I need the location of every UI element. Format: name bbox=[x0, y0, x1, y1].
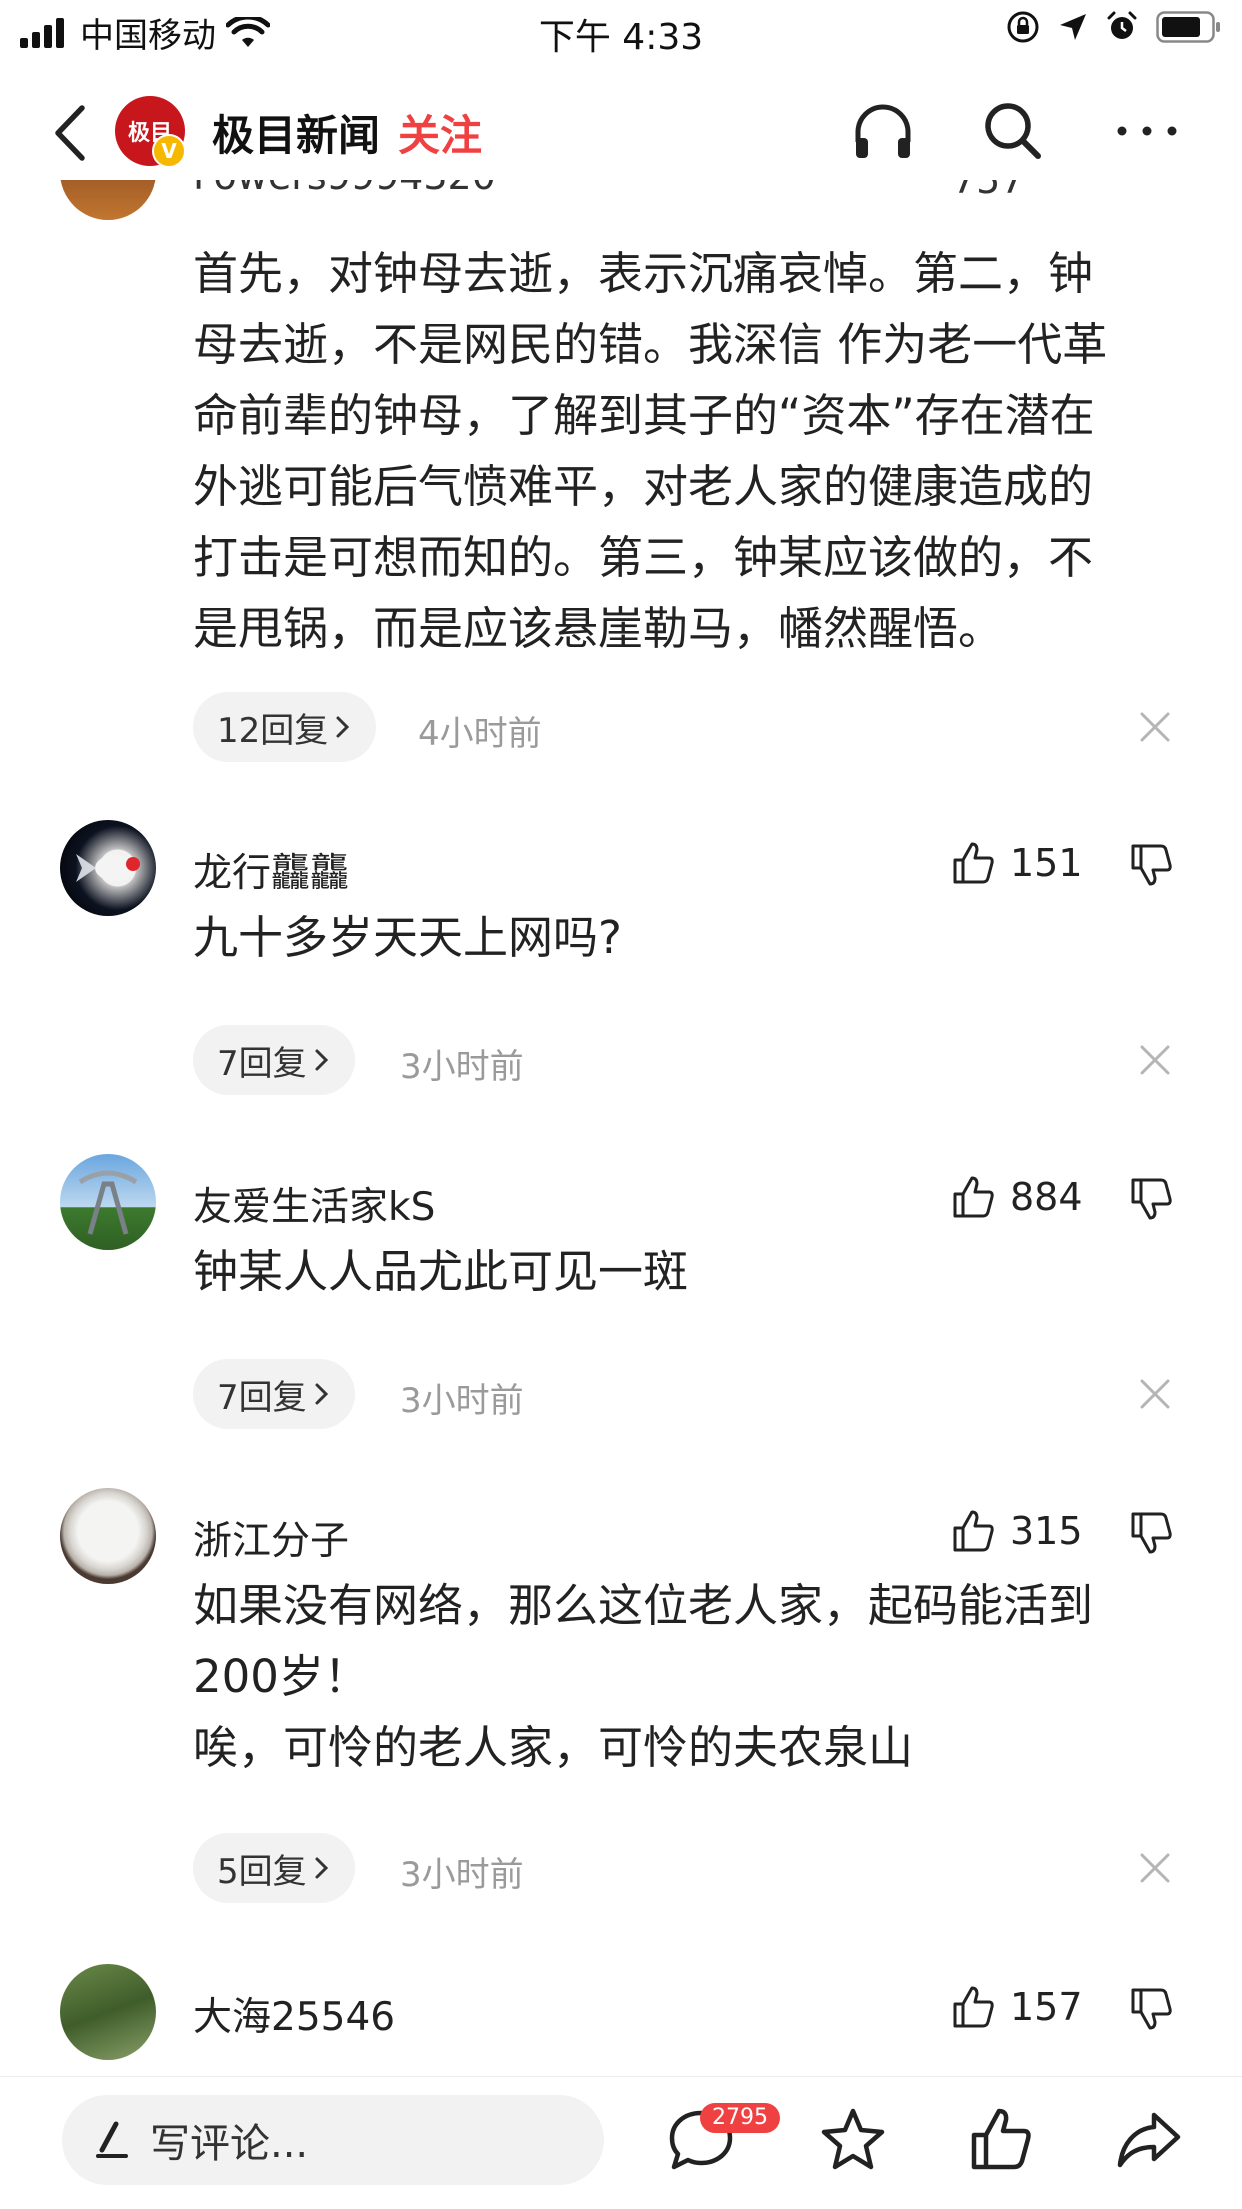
comment-time: 3小时前 bbox=[400, 1855, 524, 1895]
search-icon[interactable] bbox=[978, 96, 1048, 166]
status-right bbox=[1006, 10, 1222, 44]
publisher-name[interactable]: 极目新闻 bbox=[212, 102, 380, 163]
write-comment-placeholder: 写评论... bbox=[150, 2121, 309, 2167]
like-button[interactable]: 151 bbox=[950, 840, 1083, 886]
replies-button[interactable]: 7回复 bbox=[193, 1359, 355, 1429]
avatar[interactable] bbox=[60, 1154, 156, 1250]
alarm-icon bbox=[1107, 11, 1137, 39]
chevron-right-icon bbox=[315, 1049, 328, 1071]
avatar[interactable] bbox=[60, 820, 156, 916]
like-button[interactable]: 884 bbox=[950, 1174, 1083, 1220]
thumbs-down-icon[interactable] bbox=[1128, 1176, 1174, 1222]
chevron-right-icon bbox=[315, 1383, 328, 1405]
close-icon[interactable] bbox=[1138, 1851, 1172, 1885]
thumbs-up-icon bbox=[953, 1176, 994, 1218]
replies-button[interactable]: 12回复 bbox=[193, 692, 377, 762]
more-icon[interactable] bbox=[1112, 96, 1182, 166]
comment-text: 如果没有网络，那么这位老人家，起码能活到 200岁！ 唉，可怜的老人家，可怜的夫… bbox=[193, 1579, 1094, 1774]
username[interactable]: Fowers9994320 bbox=[193, 180, 496, 198]
avatar[interactable] bbox=[60, 1964, 156, 2060]
status-bar: 中国移动 下午 4:33 bbox=[0, 0, 1242, 62]
thumbs-up-icon bbox=[953, 842, 994, 884]
close-icon[interactable] bbox=[1138, 1377, 1172, 1411]
comment-time: 3小时前 bbox=[400, 1381, 524, 1421]
partial-comment-header: Fowers9994320 757 bbox=[0, 180, 1242, 220]
comment-text: 九十多岁天天上网吗? bbox=[193, 911, 622, 964]
share-icon[interactable] bbox=[1114, 2105, 1184, 2175]
replies-label: 12回复 bbox=[217, 710, 329, 751]
replies-button[interactable]: 5回复 bbox=[193, 1833, 355, 1903]
like-button[interactable]: 157 bbox=[950, 1984, 1083, 2030]
replies-label: 7回复 bbox=[217, 1043, 307, 1084]
star-icon[interactable] bbox=[818, 2105, 888, 2175]
close-icon[interactable] bbox=[1138, 710, 1172, 744]
like-count: 151 bbox=[1010, 841, 1083, 885]
avatar[interactable] bbox=[60, 1488, 156, 1584]
chevron-right-icon bbox=[315, 1857, 328, 1879]
thumbs-down-icon[interactable] bbox=[1128, 1510, 1174, 1556]
like-count: 157 bbox=[1010, 1985, 1083, 2029]
thumbs-up-icon bbox=[953, 1510, 994, 1552]
avatar[interactable] bbox=[60, 180, 156, 220]
top-nav-bar: 极目 V 极目新闻 关注 bbox=[0, 80, 1242, 180]
close-icon[interactable] bbox=[1138, 1043, 1172, 1077]
bottom-action-bar: 写评论... 2795 bbox=[0, 2076, 1242, 2209]
location-icon bbox=[1060, 14, 1086, 40]
goldfish-avatar-icon bbox=[76, 854, 140, 882]
like-count: 757 bbox=[952, 180, 1025, 202]
pen-icon bbox=[96, 2121, 128, 2158]
headphones-icon[interactable] bbox=[848, 96, 918, 166]
comment-time: 3小时前 bbox=[400, 1047, 524, 1087]
comment-text: 钟某人人品尤此可见一斑 bbox=[193, 1245, 689, 1298]
comment-time: 4小时前 bbox=[418, 714, 542, 754]
like-button[interactable]: 315 bbox=[950, 1508, 1083, 1554]
replies-button[interactable]: 7回复 bbox=[193, 1025, 355, 1095]
comment-count-badge: 2795 bbox=[700, 2103, 780, 2133]
username[interactable]: 浙江分子 bbox=[193, 1510, 349, 1566]
chevron-right-icon bbox=[336, 716, 350, 738]
username[interactable]: 友爱生活家kS bbox=[193, 1176, 435, 1232]
rotation-lock-icon bbox=[1007, 11, 1039, 43]
replies-label: 7回复 bbox=[217, 1377, 307, 1418]
like-count: 315 bbox=[1010, 1509, 1083, 1553]
write-comment-input[interactable]: 写评论... bbox=[62, 2095, 604, 2185]
thumbs-up-icon[interactable] bbox=[966, 2105, 1036, 2175]
like-count: 884 bbox=[1010, 1175, 1083, 1219]
username[interactable]: 大海25546 bbox=[193, 1986, 395, 2042]
replies-label: 5回复 bbox=[217, 1851, 307, 1892]
verified-badge: V bbox=[152, 134, 186, 168]
comment-text: 首先，对钟母去逝，表示沉痛哀悼。第二，钟 母去逝，不是网民的错。我深信 作为老一… bbox=[193, 247, 1108, 655]
thumbs-up-icon bbox=[953, 1986, 994, 2028]
sculpture-avatar-icon bbox=[78, 1170, 138, 1235]
battery-icon bbox=[1156, 11, 1220, 43]
thumbs-down-icon[interactable] bbox=[1128, 842, 1174, 888]
back-arrow-icon[interactable] bbox=[46, 98, 96, 168]
follow-button[interactable]: 关注 bbox=[398, 102, 482, 163]
thumbs-down-icon[interactable] bbox=[1128, 1986, 1174, 2032]
username[interactable]: 龙行龘龘 bbox=[193, 842, 349, 898]
